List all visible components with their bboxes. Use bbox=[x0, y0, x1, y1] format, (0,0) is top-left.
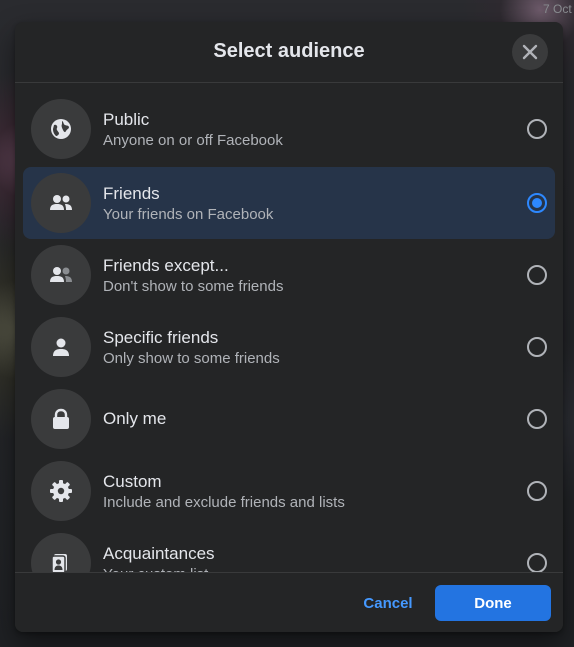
option-description: Only show to some friends bbox=[103, 349, 280, 367]
option-label: Acquaintances bbox=[103, 543, 215, 563]
lock-icon bbox=[31, 389, 91, 449]
option-friends[interactable]: Friends Your friends on Facebook bbox=[23, 167, 555, 239]
option-text: Friends Your friends on Facebook bbox=[103, 167, 273, 239]
close-icon bbox=[521, 43, 539, 61]
radio-custom[interactable] bbox=[527, 481, 547, 501]
option-specific-friends[interactable]: Specific friends Only show to some frien… bbox=[23, 311, 555, 383]
option-acquaintances[interactable]: Acquaintances Your custom list bbox=[23, 527, 555, 573]
background-date: 7 Oct bbox=[543, 2, 572, 16]
done-button[interactable]: Done bbox=[435, 585, 551, 621]
radio-public[interactable] bbox=[527, 119, 547, 139]
option-label: Friends bbox=[103, 183, 160, 203]
option-friends-except[interactable]: Friends except... Don't show to some fri… bbox=[23, 239, 555, 311]
option-label: Friends except... bbox=[103, 255, 229, 275]
radio-specific-friends[interactable] bbox=[527, 337, 547, 357]
radio-only-me[interactable] bbox=[527, 409, 547, 429]
option-custom[interactable]: Custom Include and exclude friends and l… bbox=[23, 455, 555, 527]
option-label: Specific friends bbox=[103, 327, 219, 347]
option-only-me[interactable]: Only me bbox=[23, 383, 555, 455]
friends-icon bbox=[31, 173, 91, 233]
select-audience-dialog: Select audience Public Anyone on or off … bbox=[15, 22, 563, 632]
dialog-title: Select audience bbox=[213, 40, 365, 62]
option-label: Only me bbox=[103, 409, 167, 428]
option-text: Friends except... Don't show to some fri… bbox=[103, 239, 283, 311]
option-text: Only me bbox=[103, 383, 166, 455]
option-description: Don't show to some friends bbox=[103, 277, 284, 295]
option-description: Include and exclude friends and lists bbox=[103, 493, 345, 511]
close-button[interactable] bbox=[512, 34, 548, 70]
radio-acquaintances[interactable] bbox=[527, 553, 547, 573]
option-text: Specific friends Only show to some frien… bbox=[103, 311, 280, 383]
friends-except-icon bbox=[31, 245, 91, 305]
globe-icon bbox=[31, 99, 91, 159]
cancel-button[interactable]: Cancel bbox=[355, 585, 421, 621]
option-text: Public Anyone on or off Facebook bbox=[103, 93, 283, 165]
option-text: Custom Include and exclude friends and l… bbox=[103, 455, 345, 527]
option-description: Anyone on or off Facebook bbox=[103, 131, 283, 149]
option-label: Public bbox=[103, 109, 150, 129]
gear-icon bbox=[31, 461, 91, 521]
radio-friends[interactable] bbox=[527, 193, 547, 213]
acquaintances-icon bbox=[31, 533, 91, 573]
option-text: Acquaintances Your custom list bbox=[103, 527, 215, 574]
audience-options-list[interactable]: Public Anyone on or off Facebook Friends… bbox=[15, 83, 563, 573]
option-public[interactable]: Public Anyone on or off Facebook bbox=[23, 93, 555, 165]
person-icon bbox=[31, 317, 91, 377]
dialog-header: Select audience bbox=[15, 22, 563, 83]
option-label: Custom bbox=[103, 471, 162, 491]
radio-friends-except[interactable] bbox=[527, 265, 547, 285]
dialog-footer: Cancel Done bbox=[15, 572, 563, 632]
option-description: Your friends on Facebook bbox=[103, 205, 274, 223]
